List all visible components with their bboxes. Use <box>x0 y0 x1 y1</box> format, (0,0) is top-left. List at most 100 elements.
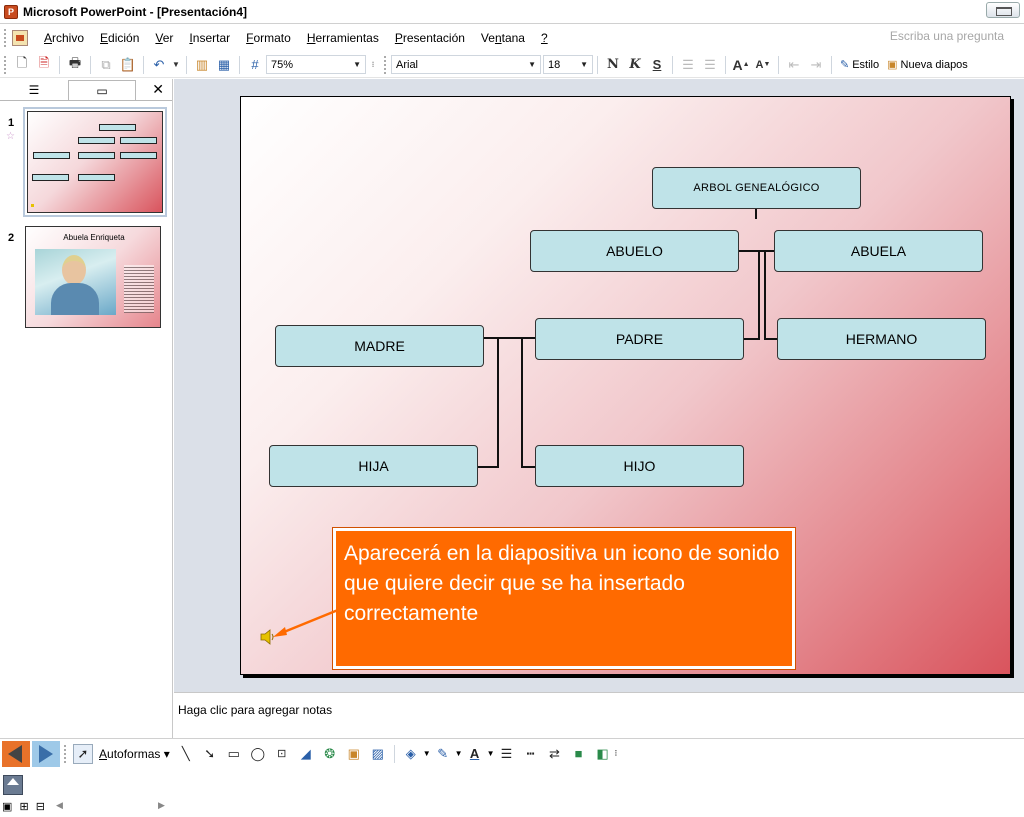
powerpoint-app-icon[interactable]: P <box>4 4 18 19</box>
insert-table-icon[interactable]: ▦ <box>214 55 234 75</box>
previous-slide-button[interactable] <box>2 740 30 767</box>
scroll-left-icon[interactable]: ◀ <box>56 800 63 811</box>
close-icon[interactable]: ✕ <box>152 81 164 98</box>
line-color-icon[interactable]: ✎ <box>433 744 453 764</box>
shrink-font-button[interactable]: A ▼ <box>753 55 773 75</box>
arrow-style-icon[interactable]: ⇄ <box>545 744 565 764</box>
hija-box[interactable]: HIJA <box>269 445 478 487</box>
undo-dropdown-chevron-icon[interactable]: ▼ <box>171 55 181 75</box>
chevron-down-icon[interactable]: ▼ <box>455 749 463 758</box>
view-buttons-icon[interactable]: ▣ ⊞ ⊟ <box>2 800 47 813</box>
select-pointer-icon[interactable]: ➚ <box>73 743 93 764</box>
menu-item-9[interactable]: ? <box>533 31 556 45</box>
thumb-box <box>78 174 115 181</box>
tree-title-box[interactable]: ARBOL GENEALÓGICO <box>652 167 861 209</box>
chevron-down-icon[interactable]: ▼ <box>487 749 495 758</box>
toolbar-options-icon[interactable]: ⁝ <box>615 748 618 759</box>
menu-item-7[interactable]: Presentación <box>387 31 473 45</box>
hijo-box[interactable]: HIJO <box>535 445 744 487</box>
menu-item-1[interactable]: Archivo <box>36 31 92 45</box>
slide-thumbnail-2[interactable]: Abuela Enriqueta <box>25 226 161 328</box>
toolbar-grip-handle[interactable] <box>4 55 7 74</box>
italic-button[interactable]: K <box>625 55 645 75</box>
hermano-box[interactable]: HERMANO <box>777 318 986 360</box>
chevron-down-icon[interactable]: ▼ <box>423 749 431 758</box>
tab-slides[interactable]: ▭ <box>68 80 136 100</box>
shrink-font-label: A <box>755 58 764 71</box>
wordart-tool-icon[interactable]: ◢ <box>296 744 316 764</box>
zoom-value: 75% <box>271 58 294 71</box>
menu-item-6[interactable]: Herramientas <box>299 31 387 45</box>
toolbar-separator <box>90 55 91 74</box>
font-size-select[interactable]: 18 ▼ <box>543 55 593 74</box>
next-slide-button[interactable] <box>32 740 60 767</box>
shadow-style-icon[interactable]: ■ <box>569 744 589 764</box>
madre-box[interactable]: MADRE <box>275 325 484 367</box>
slide-thumbnail-1[interactable] <box>23 107 167 217</box>
tab-outline[interactable]: ☰ <box>0 80 68 100</box>
toolbar-options-icon[interactable]: ⁝ <box>367 55 379 75</box>
underline-button[interactable]: S <box>647 55 667 75</box>
menu-item-8[interactable]: Ventana <box>473 31 533 45</box>
abuela-box[interactable]: ABUELA <box>774 230 983 272</box>
textbox-tool-icon[interactable]: ⊡ <box>272 744 292 764</box>
numbered-list-icon[interactable]: ☰ <box>678 55 698 75</box>
autoshapes-menu[interactable]: Autoformas ▾ <box>95 747 174 761</box>
fill-color-icon[interactable]: ◈ <box>401 744 421 764</box>
toolbar-grip-handle[interactable] <box>64 744 67 763</box>
slide-thumbnail-canvas <box>27 111 163 213</box>
restore-window-button[interactable] <box>986 2 1020 18</box>
bold-button[interactable]: N <box>603 55 623 75</box>
open-pdf-icon[interactable]: 🗎 <box>34 55 54 75</box>
slide-editing-area: ARBOL GENEALÓGICO ABUELO ABUELA MADRE PA… <box>174 79 1024 692</box>
thumb-box <box>33 152 70 159</box>
menu-item-3[interactable]: Ver <box>147 31 181 45</box>
line-tool-icon[interactable]: ╲ <box>176 744 196 764</box>
menu-grip-handle[interactable] <box>4 29 8 47</box>
outline-icon: ☰ <box>28 83 40 97</box>
print-icon[interactable]: 🖶 <box>65 55 85 75</box>
3d-style-icon[interactable]: ◧ <box>593 744 613 764</box>
grow-font-button[interactable]: A ▲ <box>731 55 751 75</box>
new-slide-icon: ▣ <box>887 59 898 71</box>
increase-indent-icon[interactable]: ⇥ <box>806 55 826 75</box>
padre-box[interactable]: PADRE <box>535 318 744 360</box>
new-slide-button[interactable]: ▣ Nueva diapos <box>883 58 972 72</box>
font-name-select[interactable]: Arial ▼ <box>391 55 541 74</box>
thumb-box <box>32 174 69 181</box>
undo-icon[interactable]: ↶ <box>149 55 169 75</box>
diagram-tool-icon[interactable]: ❂ <box>320 744 340 764</box>
abuelo-box[interactable]: ABUELO <box>530 230 739 272</box>
paste-icon[interactable]: 📋 <box>118 55 138 75</box>
oval-tool-icon[interactable]: ◯ <box>248 744 268 764</box>
callout-textbox[interactable]: Aparecerá en la diapositiva un icono de … <box>332 527 796 670</box>
connector-line <box>739 250 774 252</box>
arrow-tool-icon[interactable]: ➘ <box>200 744 220 764</box>
new-document-icon[interactable]: 🗋 <box>12 55 32 75</box>
toolbar-grip-handle[interactable] <box>384 55 387 74</box>
menu-item-5[interactable]: Formato <box>238 31 299 45</box>
line-style-icon[interactable]: ☰ <box>497 744 517 764</box>
sound-icon[interactable] <box>259 628 277 646</box>
style-button[interactable]: ✎ Estilo <box>836 58 883 72</box>
grid-icon[interactable]: # <box>245 55 265 75</box>
picture-tool-icon[interactable]: ▨ <box>368 744 388 764</box>
menu-item-4[interactable]: Insertar <box>181 31 238 45</box>
rectangle-tool-icon[interactable]: ▭ <box>224 744 244 764</box>
dash-style-icon[interactable]: ┅ <box>521 744 541 764</box>
ask-question-input[interactable]: Escriba una pregunta <box>890 29 1004 43</box>
decrease-indent-icon[interactable]: ⇤ <box>784 55 804 75</box>
notes-pane[interactable]: Haga clic para agregar notas <box>174 692 1024 738</box>
underline-label: S <box>652 57 662 72</box>
clipart-tool-icon[interactable]: ▣ <box>344 744 364 764</box>
slide-canvas[interactable]: ARBOL GENEALÓGICO ABUELO ABUELA MADRE PA… <box>240 96 1011 675</box>
document-icon[interactable] <box>12 30 28 46</box>
bulleted-list-icon[interactable]: ☰ <box>700 55 720 75</box>
zoom-select[interactable]: 75% ▼ <box>266 55 366 74</box>
copy-icon[interactable]: ⧉ <box>96 55 116 75</box>
menu-item-2[interactable]: Edición <box>92 31 147 45</box>
home-icon[interactable] <box>3 775 23 795</box>
font-color-icon[interactable]: A <box>465 744 485 764</box>
scroll-right-icon[interactable]: ▶ <box>158 800 165 811</box>
insert-chart-icon[interactable]: ▥ <box>192 55 212 75</box>
